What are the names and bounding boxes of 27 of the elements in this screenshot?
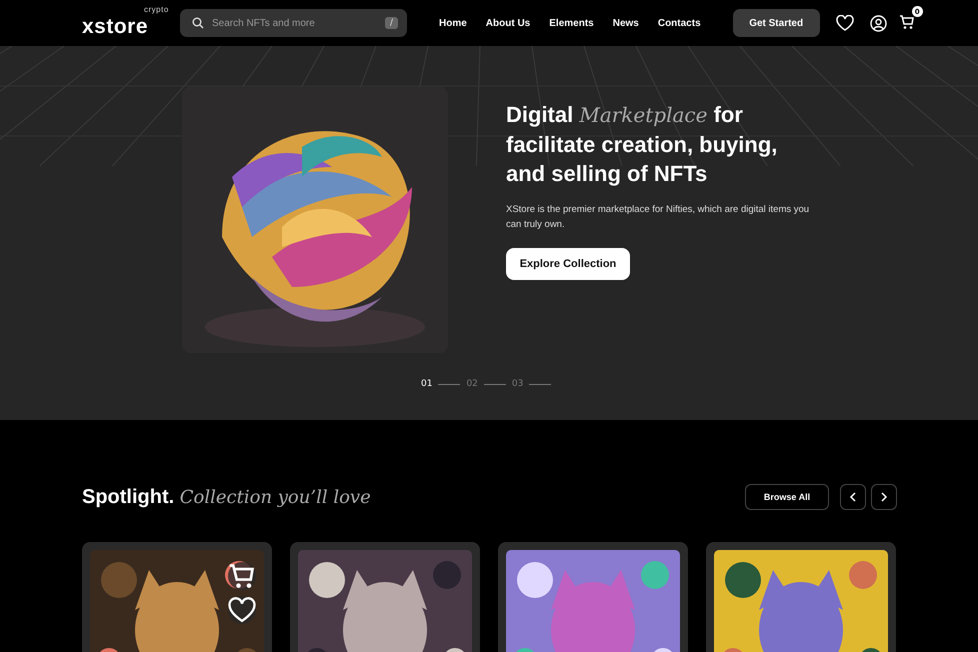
shortcut-key: / — [384, 17, 398, 29]
heart-icon[interactable] — [836, 15, 854, 31]
nav-link[interactable]: About Us — [486, 18, 530, 28]
next-button[interactable] — [871, 484, 897, 510]
search-icon — [192, 17, 204, 29]
nav-link[interactable]: Home — [439, 18, 467, 28]
nft-card[interactable] — [498, 542, 688, 652]
search-input[interactable]: Search NFTs and more — [210, 16, 379, 30]
chevron-right-icon — [880, 492, 888, 502]
nft-card[interactable] — [706, 542, 896, 652]
slide-indicator[interactable]: 01 — [421, 379, 432, 389]
chevron-left-icon — [849, 492, 857, 502]
cart-icon[interactable] — [898, 14, 915, 30]
explore-collection-button[interactable]: Explore Collection — [506, 248, 630, 280]
hero-heading: Digital Marketplace for facilitate creation, buying, and selling of NFTs — [506, 101, 778, 188]
previous-button[interactable] — [840, 484, 866, 510]
get-started-button[interactable]: Get Started — [732, 9, 820, 37]
user-icon[interactable] — [870, 14, 887, 32]
section-heading: Spotlight. Collection you’ll love — [82, 486, 372, 508]
nav-link[interactable]: Contacts — [658, 18, 701, 28]
nav-link[interactable]: News — [612, 18, 639, 28]
hero-description: XStore is the premier marketplace for Nifties, which are digital items you can truly own. — [506, 203, 810, 232]
nav-link[interactable]: Elements — [549, 18, 594, 28]
nft-card[interactable] — [82, 542, 272, 652]
search-field[interactable]: Search NFTs and more / — [180, 9, 407, 37]
nft-card[interactable] — [290, 542, 480, 652]
browse-all-button[interactable]: Browse All — [745, 484, 829, 510]
